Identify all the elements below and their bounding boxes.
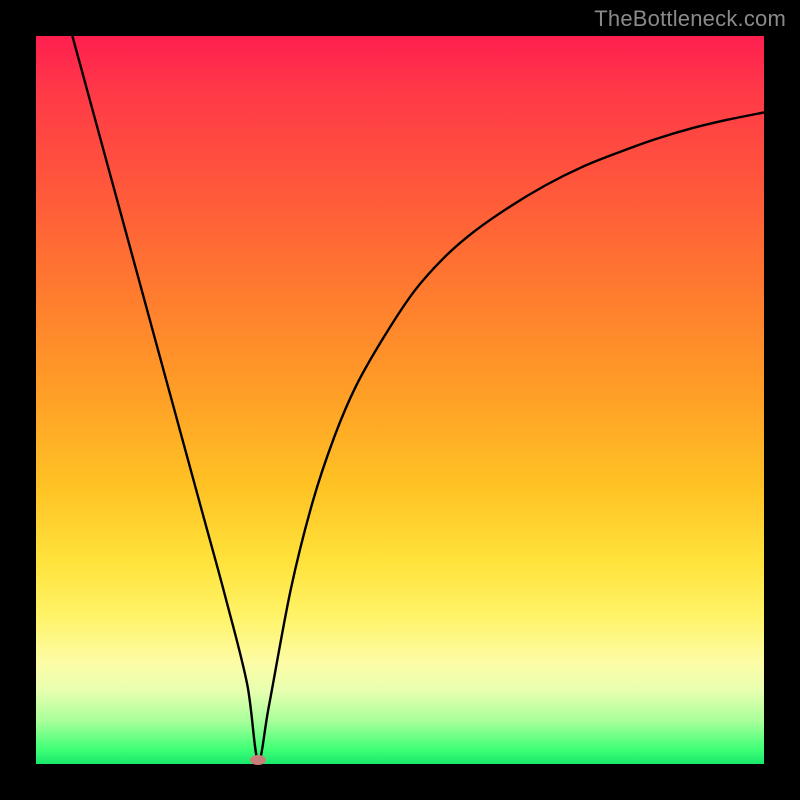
watermark-text: TheBottleneck.com [594, 6, 786, 32]
chart-frame: TheBottleneck.com [0, 0, 800, 800]
plot-area [36, 36, 764, 764]
optimal-point-marker [250, 755, 266, 765]
bottleneck-curve [36, 36, 764, 764]
